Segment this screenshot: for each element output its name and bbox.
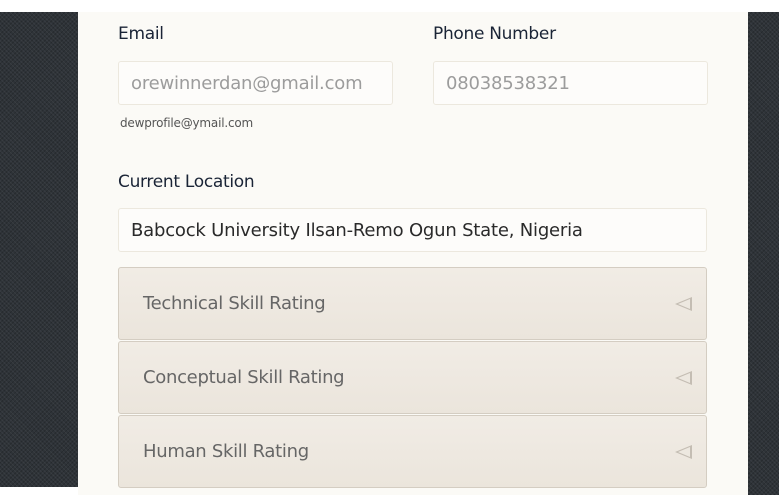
email-helper-text: dewprofile@ymail.com [120, 116, 253, 130]
collapse-arrow-icon [675, 296, 692, 311]
accordion-label: Human Skill Rating [143, 441, 309, 462]
phone-field-value: 08038538321 [446, 72, 570, 94]
location-label: Current Location [118, 172, 255, 192]
phone-field[interactable]: 08038538321 [433, 61, 708, 105]
bottom-left-border [0, 487, 78, 495]
accordion-label: Technical Skill Rating [143, 293, 326, 314]
accordion-technical-skill-rating[interactable]: Technical Skill Rating [118, 267, 707, 340]
phone-label: Phone Number [433, 24, 556, 44]
collapse-arrow-icon [675, 444, 692, 459]
accordion-conceptual-skill-rating[interactable]: Conceptual Skill Rating [118, 341, 707, 414]
location-field-value: Babcock University Ilsan-Remo Ogun State… [131, 219, 583, 241]
accordion-human-skill-rating[interactable]: Human Skill Rating [118, 415, 707, 488]
email-label: Email [118, 24, 164, 44]
location-field[interactable]: Babcock University Ilsan-Remo Ogun State… [118, 208, 707, 252]
profile-form-panel: Email orewinnerdan@gmail.com dewprofile@… [78, 12, 748, 495]
collapse-arrow-icon [675, 370, 692, 385]
email-field-value: orewinnerdan@gmail.com [131, 72, 363, 94]
email-field[interactable]: orewinnerdan@gmail.com [118, 61, 393, 105]
accordion-label: Conceptual Skill Rating [143, 367, 345, 388]
top-border [0, 0, 779, 12]
